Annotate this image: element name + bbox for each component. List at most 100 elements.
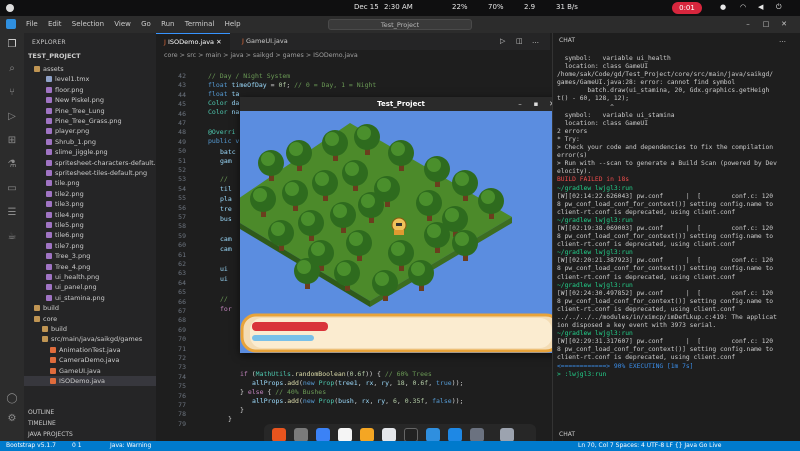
line-number: 47 (178, 119, 186, 127)
status-branch[interactable]: Bootstrap v5.1.7 (6, 441, 56, 451)
file-item[interactable]: player.png (24, 126, 156, 136)
terminal-icon[interactable] (404, 428, 418, 442)
file-item[interactable]: level1.tmx (24, 74, 156, 84)
tree-item-label: Shrub_1.png (55, 137, 96, 146)
file-item[interactable]: Tree_3.png (24, 251, 156, 261)
status-java[interactable]: Java: Warning (110, 441, 151, 451)
menu-selection[interactable]: Selection (72, 20, 104, 28)
run-debug-icon[interactable]: ▷ (6, 111, 18, 123)
file-item[interactable]: AnimationTest.java (24, 345, 156, 355)
file-item[interactable]: tile3.png (24, 199, 156, 209)
file-item[interactable]: tile7.png (24, 241, 156, 251)
split-editor-icon[interactable]: ◫ (516, 37, 523, 45)
file-item[interactable]: New Piskel.png (24, 95, 156, 105)
clock-time[interactable]: 2:30 AM (384, 3, 413, 11)
more-actions-icon[interactable]: … (532, 37, 539, 45)
folder-item[interactable]: build (24, 303, 156, 313)
menu-terminal[interactable]: Terminal (185, 20, 215, 28)
file-item[interactable]: Pine_Tree_Grass.png (24, 116, 156, 126)
file-item[interactable]: Tree_4.png (24, 262, 156, 272)
source-control-icon[interactable]: ⑂ (6, 87, 18, 99)
java-projects-section[interactable]: JAVA PROJECTS (28, 431, 73, 438)
java-icon[interactable]: ☕ (6, 231, 18, 243)
tab-gameui[interactable]: J GameUI.java (234, 33, 296, 50)
timeline-section[interactable]: TIMELINE (28, 420, 56, 427)
menu-view[interactable]: View (114, 20, 131, 28)
file-item[interactable]: tile5.png (24, 220, 156, 230)
tab-isodemo[interactable]: J ISODemo.java ✕ (156, 33, 230, 50)
close-icon[interactable]: ✕ (780, 20, 788, 28)
folder-item[interactable]: src/main/java/saikgd/games (24, 334, 156, 344)
image-viewer-icon[interactable] (382, 428, 396, 442)
file-item[interactable]: GameUI.java (24, 366, 156, 376)
panel-more-icon[interactable]: … (779, 36, 786, 44)
file-item[interactable]: tile.png (24, 178, 156, 188)
network-app-icon[interactable] (448, 428, 462, 442)
command-center-search[interactable]: Test_Project (328, 19, 472, 30)
file-item[interactable]: slime_jiggle.png (24, 147, 156, 157)
chat-icon[interactable]: ☰ (6, 207, 18, 219)
status-right[interactable]: Ln 70, Col 7 Spaces: 4 UTF-8 LF {} Java … (578, 441, 721, 451)
minimize-icon[interactable]: – (744, 20, 752, 28)
terminal-output[interactable]: symbol: variable ui_health location: cla… (557, 55, 799, 435)
testing-icon[interactable]: ⚗ (6, 159, 18, 171)
file-item[interactable]: ui_stamina.png (24, 293, 156, 303)
game-minimize-icon[interactable]: – (516, 100, 524, 108)
run-icon[interactable]: ▷ (500, 37, 505, 45)
files-icon[interactable] (294, 428, 308, 442)
activities-icon[interactable] (6, 4, 14, 12)
code-line: til (220, 185, 232, 193)
settings-gear-icon[interactable]: ⚙ (6, 413, 18, 425)
screen-record-indicator[interactable]: 0:01 (672, 2, 702, 14)
folder-item[interactable]: assets (24, 64, 156, 74)
file-item[interactable]: ui_health.png (24, 272, 156, 282)
editor-icon[interactable] (360, 428, 374, 442)
remote-explorer-icon[interactable]: ▭ (6, 183, 18, 195)
breadcrumb[interactable]: core > src > main > java > saikgd > game… (156, 50, 550, 61)
file-item[interactable]: Pine_Tree_Lung (24, 106, 156, 116)
file-item[interactable]: tile2.png (24, 189, 156, 199)
file-item[interactable]: tile4.png (24, 210, 156, 220)
document-icon[interactable] (316, 428, 330, 442)
file-item[interactable]: Shrub_1.png (24, 137, 156, 147)
firefox-icon[interactable] (272, 428, 286, 442)
game-maximize-icon[interactable]: ▪ (532, 100, 540, 108)
game-canvas[interactable] (240, 111, 562, 353)
menu-run[interactable]: Run (161, 20, 174, 28)
account-icon[interactable]: ◯ (6, 393, 18, 405)
file-item[interactable]: ISODemo.java (24, 376, 156, 386)
clock-date[interactable]: Dec 15 (354, 3, 379, 11)
menu-edit[interactable]: Edit (48, 20, 62, 28)
project-root[interactable]: TEST_PROJECT (28, 52, 81, 60)
image-file-icon (46, 107, 52, 114)
maximize-icon[interactable]: □ (762, 20, 770, 28)
status-problems[interactable]: 0 1 (72, 441, 82, 451)
file-item[interactable]: spritesheet-characters-default... (24, 158, 156, 168)
tree-item-label: Pine_Tree_Grass.png (55, 117, 122, 125)
menu-file[interactable]: File (26, 20, 38, 28)
menu-go[interactable]: Go (141, 20, 151, 28)
tab-close-icon[interactable]: ✕ (216, 38, 221, 46)
wifi-icon[interactable]: ◠ (740, 3, 746, 11)
file-item[interactable]: ui_panel.png (24, 282, 156, 292)
line-number: 72 (178, 354, 186, 362)
volume-icon[interactable]: ◀ (758, 3, 763, 11)
file-item[interactable]: tile6.png (24, 230, 156, 240)
app-store-icon[interactable] (338, 428, 352, 442)
settings-app-icon[interactable] (470, 428, 484, 442)
outline-section[interactable]: OUTLINE (28, 409, 54, 416)
game-window[interactable]: Test_Project – ▪ ✕ (240, 97, 562, 353)
power-icon[interactable]: ⏻ (776, 3, 782, 12)
search-icon[interactable]: ⌕ (6, 63, 18, 75)
extensions-icon[interactable]: ⊞ (6, 135, 18, 147)
file-item[interactable]: floor.png (24, 85, 156, 95)
folder-item[interactable]: core (24, 314, 156, 324)
mic-icon[interactable]: ● (720, 3, 726, 11)
folder-item[interactable]: build (24, 324, 156, 334)
vscode-dock-icon[interactable] (426, 428, 440, 442)
menu-help[interactable]: Help (225, 20, 241, 28)
explorer-icon[interactable]: ❐ (6, 39, 18, 51)
app-grid-icon[interactable] (500, 428, 514, 442)
file-item[interactable]: CameraDemo.java (24, 355, 156, 365)
file-item[interactable]: spritesheet-tiles-default.png (24, 168, 156, 178)
